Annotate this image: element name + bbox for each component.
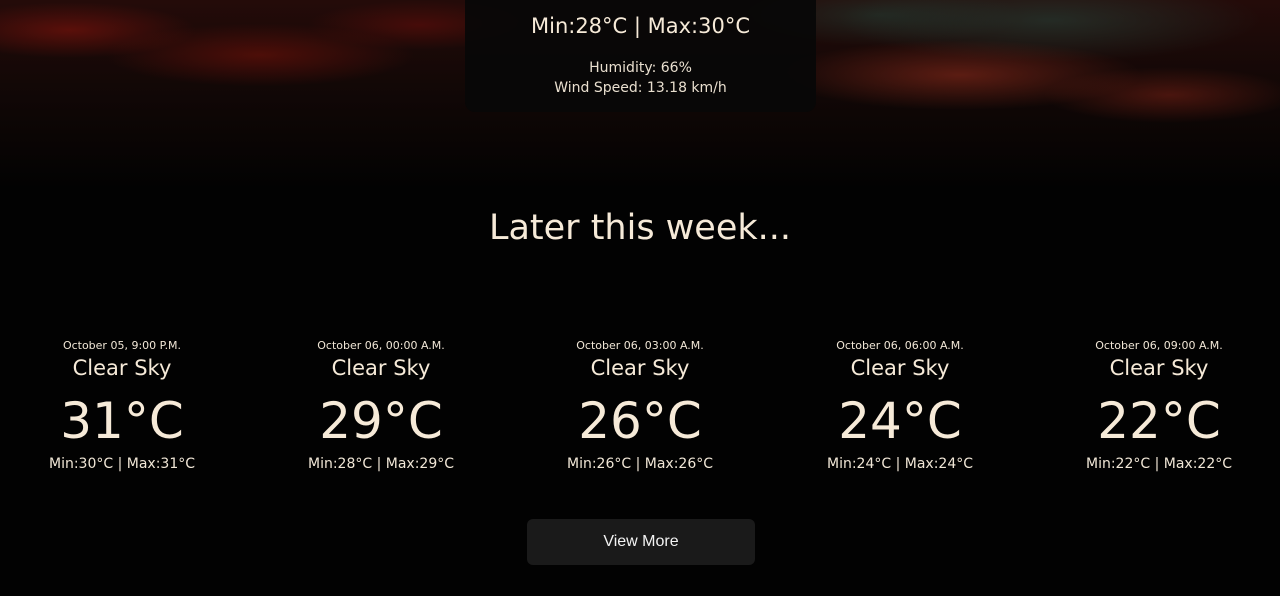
current-wind-speed: Wind Speed: 13.18 km/h bbox=[554, 80, 727, 96]
forecast-min-max: Min:28°C | Max:29°C bbox=[307, 456, 454, 472]
forecast-list: October 05, 9:00 P.M. Clear Sky 31°C Min… bbox=[0, 335, 1280, 485]
forecast-date: October 06, 00:00 A.M. bbox=[317, 339, 445, 352]
later-this-week-heading: Later this week... bbox=[488, 208, 792, 248]
forecast-condition: Clear Sky bbox=[331, 356, 431, 380]
forecast-temperature: 29°C bbox=[319, 392, 443, 450]
forecast-min-max: Min:22°C | Max:22°C bbox=[1085, 456, 1232, 472]
current-humidity: Humidity: 66% bbox=[589, 60, 692, 76]
current-weather-card: Min:28°C | Max:30°C Humidity: 66% Wind S… bbox=[465, 0, 816, 112]
forecast-temperature: 31°C bbox=[60, 392, 184, 450]
current-min-max: Min:28°C | Max:30°C bbox=[530, 14, 751, 38]
forecast-date: October 05, 9:00 P.M. bbox=[62, 339, 182, 352]
view-more-button[interactable]: View More bbox=[527, 519, 755, 565]
forecast-date: October 06, 03:00 A.M. bbox=[576, 339, 704, 352]
forecast-temperature: 24°C bbox=[838, 392, 962, 450]
forecast-temperature: 26°C bbox=[578, 392, 702, 450]
forecast-temperature: 22°C bbox=[1097, 392, 1221, 450]
forecast-condition: Clear Sky bbox=[850, 356, 950, 380]
forecast-date: October 06, 09:00 A.M. bbox=[1095, 339, 1223, 352]
forecast-condition: Clear Sky bbox=[72, 356, 172, 380]
forecast-condition: Clear Sky bbox=[590, 356, 690, 380]
forecast-min-max: Min:24°C | Max:24°C bbox=[826, 456, 973, 472]
forecast-date: October 06, 06:00 A.M. bbox=[836, 339, 964, 352]
forecast-min-max: Min:26°C | Max:26°C bbox=[566, 456, 713, 472]
weather-page: Min:28°C | Max:30°C Humidity: 66% Wind S… bbox=[0, 0, 1280, 596]
forecast-min-max: Min:30°C | Max:31°C bbox=[48, 456, 195, 472]
forecast-condition: Clear Sky bbox=[1109, 356, 1209, 380]
